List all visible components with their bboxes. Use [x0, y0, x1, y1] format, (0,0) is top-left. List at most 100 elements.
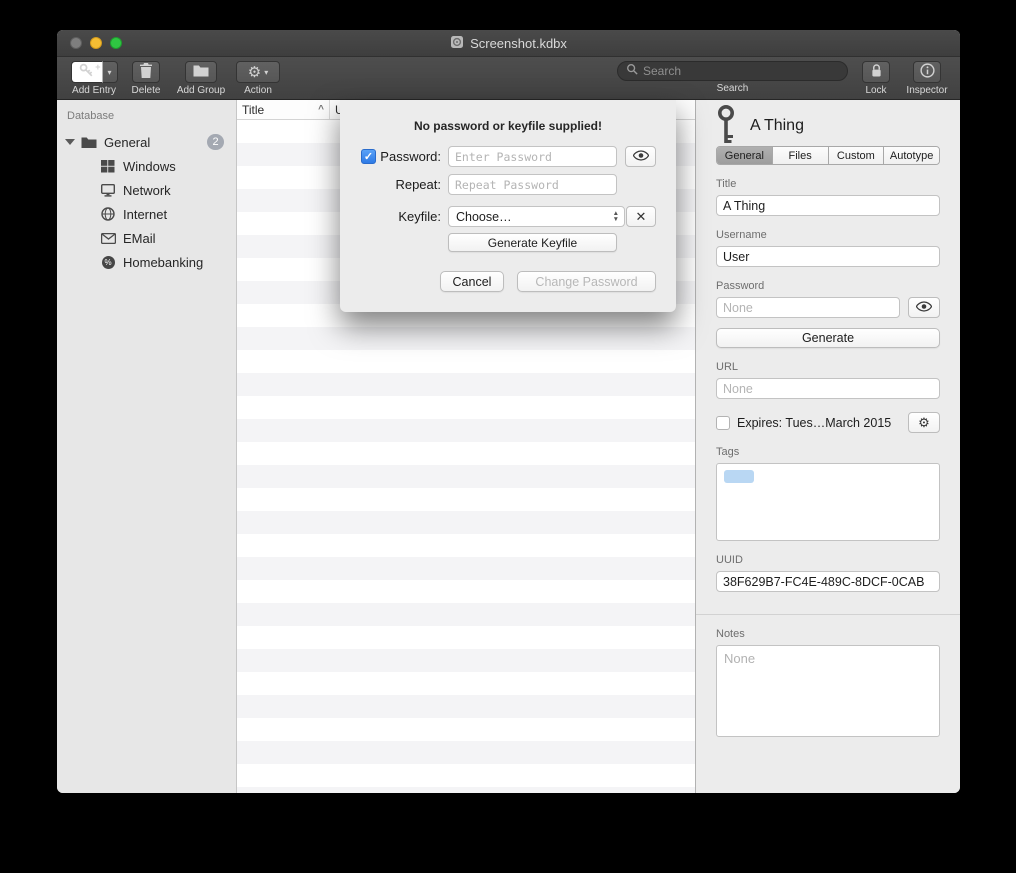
add-entry-button[interactable]: + [71, 61, 103, 83]
inspector-tabs: General Files Custom Autotype [716, 146, 940, 165]
close-icon: ✕ [636, 209, 647, 225]
add-group-button[interactable] [185, 61, 217, 83]
inspector-label: Inspector [906, 85, 947, 96]
lock-label: Lock [865, 85, 886, 96]
sidebar-item-label: Internet [123, 207, 167, 222]
tab-autotype[interactable]: Autotype [884, 147, 939, 164]
sidebar-group-general[interactable]: General 2 [57, 130, 236, 154]
titlebar: Screenshot.kdbx [57, 30, 960, 57]
url-field[interactable] [716, 378, 940, 399]
lock-icon [871, 63, 882, 81]
url-label: URL [716, 361, 940, 373]
sidebar-group-label: General [104, 135, 150, 150]
username-label: Username [716, 229, 940, 241]
sidebar-item-email[interactable]: EMail [57, 226, 236, 250]
column-header-title[interactable]: Title ^ [237, 100, 330, 119]
disclosure-triangle-icon[interactable] [65, 139, 75, 145]
reveal-password-button[interactable] [625, 146, 656, 167]
sidebar-item-label: EMail [123, 231, 156, 246]
close-button[interactable] [70, 37, 82, 49]
chevron-down-icon: ▾ [107, 68, 111, 77]
sidebar-item-network[interactable]: Network [57, 178, 236, 202]
change-password-sheet: No password or keyfile supplied! ✓ Passw… [340, 100, 676, 312]
gear-icon: ⚙ [248, 65, 261, 80]
zoom-button[interactable] [110, 37, 122, 49]
trash-icon [140, 63, 152, 81]
add-entry-dropdown-button[interactable]: ▾ [103, 61, 118, 83]
delete-button[interactable] [132, 61, 160, 83]
inspector-panel: A Thing General Files Custom Autotype Ti… [696, 100, 960, 793]
monitor-icon [99, 184, 117, 197]
expires-settings-button[interactable]: ⚙ [908, 412, 940, 433]
password-label: Password: [361, 149, 441, 164]
tags-field[interactable] [716, 463, 940, 541]
sheet-message: No password or keyfile supplied! [340, 119, 676, 133]
folder-icon [80, 136, 98, 149]
sidebar-header: Database [67, 110, 236, 122]
desktop-background: Screenshot.kdbx + ▾ Add Entry [0, 0, 1016, 873]
inspector-button[interactable] [913, 61, 941, 83]
tag-chip[interactable] [724, 470, 754, 483]
notes-field[interactable] [716, 645, 940, 737]
expires-row: Expires: Tues…March 2015 ⚙ [716, 412, 940, 433]
repeat-input[interactable] [448, 174, 617, 195]
sort-ascending-icon: ^ [318, 104, 324, 115]
envelope-icon [99, 233, 117, 244]
clear-keyfile-button[interactable]: ✕ [626, 206, 656, 227]
tab-general[interactable]: General [717, 147, 773, 164]
uuid-field[interactable] [716, 571, 940, 592]
keyfile-popup-button[interactable]: Choose… ▲ ▼ [448, 206, 625, 227]
title-field[interactable] [716, 195, 940, 216]
generate-password-button[interactable]: Generate [716, 328, 940, 348]
plus-glyph: + [95, 62, 100, 72]
traffic-lights [70, 37, 122, 49]
sidebar-item-windows[interactable]: Windows [57, 154, 236, 178]
lock-button[interactable] [862, 61, 890, 83]
popup-stepper-icon: ▲ ▼ [613, 211, 619, 222]
globe-icon [99, 207, 117, 221]
action-label: Action [244, 85, 272, 96]
expires-checkbox[interactable] [716, 416, 730, 430]
search-input[interactable] [643, 64, 839, 78]
sidebar-item-internet[interactable]: Internet [57, 202, 236, 226]
eye-icon [916, 300, 932, 315]
add-entry-label: Add Entry [72, 85, 116, 96]
minimize-button[interactable] [90, 37, 102, 49]
search-icon [626, 62, 638, 80]
eye-icon [633, 149, 649, 164]
password-input[interactable] [448, 146, 617, 167]
change-password-button[interactable]: Change Password [517, 271, 656, 292]
tab-files[interactable]: Files [773, 147, 829, 164]
sidebar-item-label: Windows [123, 159, 176, 174]
username-field[interactable] [716, 246, 940, 267]
cancel-button[interactable]: Cancel [440, 271, 504, 292]
sidebar: Database General 2 Windows [57, 100, 237, 793]
search-field[interactable] [617, 61, 848, 81]
password-label: Password [716, 280, 940, 292]
password-field[interactable] [716, 297, 900, 318]
toolbar: + ▾ Add Entry Delete [57, 57, 960, 100]
window-title: Screenshot.kdbx [470, 36, 567, 51]
add-group-label: Add Group [177, 85, 225, 96]
document-icon [450, 35, 464, 52]
action-button[interactable]: ⚙ ▾ [236, 61, 280, 83]
expires-label: Expires: Tues…March 2015 [737, 416, 901, 430]
reveal-password-button[interactable] [908, 297, 940, 318]
sidebar-item-homebanking[interactable]: % Homebanking [57, 250, 236, 274]
tab-custom[interactable]: Custom [829, 147, 885, 164]
key-plus-icon [79, 63, 94, 81]
repeat-label: Repeat: [361, 177, 441, 192]
divider [696, 614, 960, 615]
uuid-label: UUID [716, 554, 940, 566]
entry-count-badge: 2 [207, 134, 224, 150]
info-icon [920, 63, 935, 81]
inspector-header: A Thing [716, 100, 940, 146]
sidebar-item-label: Homebanking [123, 255, 203, 270]
sidebar-item-label: Network [123, 183, 171, 198]
gear-icon: ⚙ [918, 415, 930, 431]
windows-icon [99, 160, 117, 173]
search-label: Search [717, 83, 749, 94]
key-icon [716, 104, 736, 149]
generate-keyfile-button[interactable]: Generate Keyfile [448, 233, 617, 252]
tags-label: Tags [716, 446, 940, 458]
